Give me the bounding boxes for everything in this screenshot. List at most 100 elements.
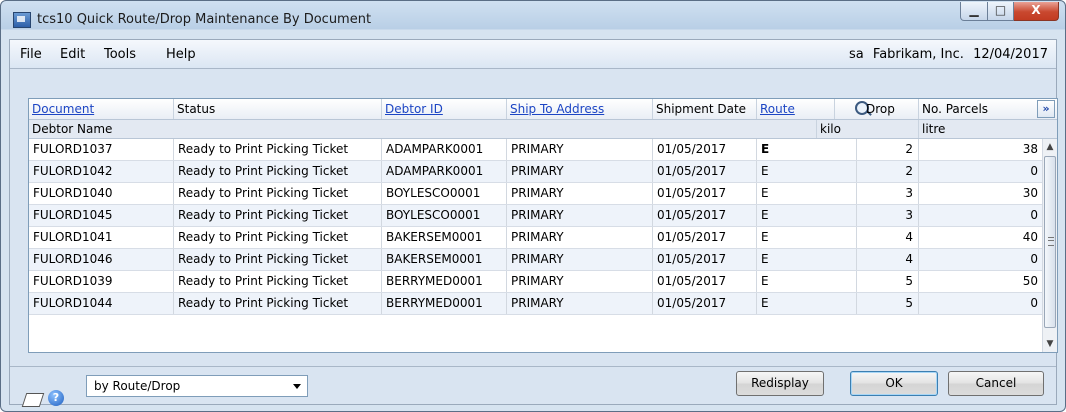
parcels-input[interactable]: 0 [919, 293, 1043, 314]
parcels-input[interactable]: 0 [919, 161, 1043, 182]
window-title: tcs10 Quick Route/Drop Maintenance By Do… [37, 12, 372, 27]
route-input[interactable]: E [757, 271, 857, 292]
drop-input[interactable]: 2 [857, 139, 919, 160]
cell-ship-to-address: PRIMARY [507, 205, 653, 226]
window-controls: ▁ □ X [960, 2, 1059, 22]
parcels-input[interactable]: 0 [919, 205, 1043, 226]
table-row[interactable]: FULORD1039 Ready to Print Picking Ticket… [29, 271, 1043, 293]
menu-edit[interactable]: Edit [60, 47, 85, 62]
drop-input[interactable]: 4 [857, 249, 919, 270]
cell-document: FULORD1037 [29, 139, 174, 160]
app-icon [13, 12, 31, 28]
cell-ship-to-address: PRIMARY [507, 139, 653, 160]
column-header-debtor-name: Debtor Name [29, 120, 817, 138]
drop-input[interactable]: 3 [857, 183, 919, 204]
parcels-input[interactable]: 40 [919, 227, 1043, 248]
cell-status: Ready to Print Picking Ticket [174, 249, 382, 270]
expand-rows-button[interactable]: » [1037, 100, 1055, 118]
menu-bar: File Edit Tools Help sa Fabrikam, Inc. 1… [10, 40, 1056, 69]
footer-divider [10, 366, 1056, 367]
cell-shipment-date: 01/05/2017 [653, 139, 757, 160]
column-header-drop: Drop [835, 99, 919, 119]
cell-document: FULORD1046 [29, 249, 174, 270]
cell-shipment-date: 01/05/2017 [653, 293, 757, 314]
cell-ship-to-address: PRIMARY [507, 249, 653, 270]
grid-header: Document Status Debtor ID Ship To Addres… [29, 99, 1057, 120]
scroll-up-icon[interactable]: ▲ [1043, 139, 1057, 155]
cell-ship-to-address: PRIMARY [507, 161, 653, 182]
route-input[interactable]: E [757, 183, 857, 204]
vertical-scrollbar[interactable]: ▲ ▼ [1042, 139, 1057, 352]
note-icon[interactable] [21, 393, 45, 407]
cell-shipment-date: 01/05/2017 [653, 205, 757, 226]
table-row[interactable]: FULORD1037 Ready to Print Picking Ticket… [29, 139, 1043, 161]
minimize-button[interactable]: ▁ [960, 2, 988, 21]
table-row[interactable]: FULORD1040 Ready to Print Picking Ticket… [29, 183, 1043, 205]
drop-input[interactable]: 4 [857, 227, 919, 248]
column-header-shipment-date: Shipment Date [653, 99, 757, 119]
cell-shipment-date: 01/05/2017 [653, 227, 757, 248]
close-button[interactable]: X [1014, 2, 1059, 21]
drop-input[interactable]: 3 [857, 205, 919, 226]
cell-status: Ready to Print Picking Ticket [174, 271, 382, 292]
table-row[interactable]: FULORD1041 Ready to Print Picking Ticket… [29, 227, 1043, 249]
cancel-button[interactable]: Cancel [948, 371, 1044, 396]
cell-status: Ready to Print Picking Ticket [174, 227, 382, 248]
drop-input[interactable]: 2 [857, 161, 919, 182]
column-header-ship-to-address[interactable]: Ship To Address [507, 99, 653, 119]
column-header-litre: litre [922, 122, 946, 136]
chevron-down-icon [293, 384, 301, 389]
route-input[interactable]: E [757, 293, 857, 314]
cell-ship-to-address: PRIMARY [507, 293, 653, 314]
company-name: Fabrikam, Inc. [872, 47, 964, 62]
sort-by-dropdown[interactable]: by Route/Drop [86, 375, 308, 397]
drop-input[interactable]: 5 [857, 271, 919, 292]
route-input[interactable]: E [757, 161, 857, 182]
cell-shipment-date: 01/05/2017 [653, 249, 757, 270]
table-row[interactable]: FULORD1044 Ready to Print Picking Ticket… [29, 293, 1043, 315]
document-grid: Document Status Debtor ID Ship To Addres… [28, 98, 1058, 353]
cell-debtor-id: ADAMPARK0001 [382, 161, 507, 182]
user-info: sa Fabrikam, Inc. 12/04/2017 [844, 47, 1048, 62]
ok-button[interactable]: OK [850, 371, 938, 396]
route-input[interactable]: E [757, 205, 857, 226]
table-row[interactable]: FULORD1045 Ready to Print Picking Ticket… [29, 205, 1043, 227]
cell-shipment-date: 01/05/2017 [653, 161, 757, 182]
grip-icon [1048, 237, 1054, 246]
cell-debtor-id: BAKERSEM0001 [382, 227, 507, 248]
parcels-input[interactable]: 50 [919, 271, 1043, 292]
cell-shipment-date: 01/05/2017 [653, 183, 757, 204]
cell-document: FULORD1041 [29, 227, 174, 248]
column-header-status: Status [174, 99, 382, 119]
menu-file[interactable]: File [20, 47, 42, 62]
cell-shipment-date: 01/05/2017 [653, 271, 757, 292]
parcels-input[interactable]: 30 [919, 183, 1043, 204]
parcels-input[interactable]: 38 [919, 139, 1043, 160]
route-input[interactable]: E [757, 227, 857, 248]
parcels-input[interactable]: 0 [919, 249, 1043, 270]
column-header-debtor-id[interactable]: Debtor ID [382, 99, 507, 119]
cell-status: Ready to Print Picking Ticket [174, 161, 382, 182]
application-window: tcs10 Quick Route/Drop Maintenance By Do… [0, 0, 1066, 412]
cell-ship-to-address: PRIMARY [507, 227, 653, 248]
scrollbar-thumb[interactable] [1044, 156, 1056, 328]
column-header-route[interactable]: Route [757, 99, 835, 119]
scroll-down-icon[interactable]: ▼ [1043, 336, 1057, 352]
menu-tools[interactable]: Tools [104, 47, 136, 62]
maximize-button[interactable]: □ [988, 2, 1014, 21]
window-client-area: File Edit Tools Help sa Fabrikam, Inc. 1… [9, 39, 1058, 407]
cell-status: Ready to Print Picking Ticket [174, 205, 382, 226]
menu-help[interactable]: Help [166, 47, 196, 62]
table-row[interactable]: FULORD1046 Ready to Print Picking Ticket… [29, 249, 1043, 271]
route-input[interactable]: E [757, 139, 857, 160]
cell-debtor-id: BOYLESCO0001 [382, 205, 507, 226]
table-row[interactable]: FULORD1042 Ready to Print Picking Ticket… [29, 161, 1043, 183]
help-icon[interactable]: ? [48, 390, 64, 406]
redisplay-button[interactable]: Redisplay [736, 371, 824, 396]
cell-debtor-id: BERRYMED0001 [382, 271, 507, 292]
route-input[interactable]: E [757, 249, 857, 270]
title-bar[interactable]: tcs10 Quick Route/Drop Maintenance By Do… [1, 1, 1065, 39]
drop-input[interactable]: 5 [857, 293, 919, 314]
column-header-document[interactable]: Document [29, 99, 174, 119]
user-id: sa [849, 47, 864, 62]
